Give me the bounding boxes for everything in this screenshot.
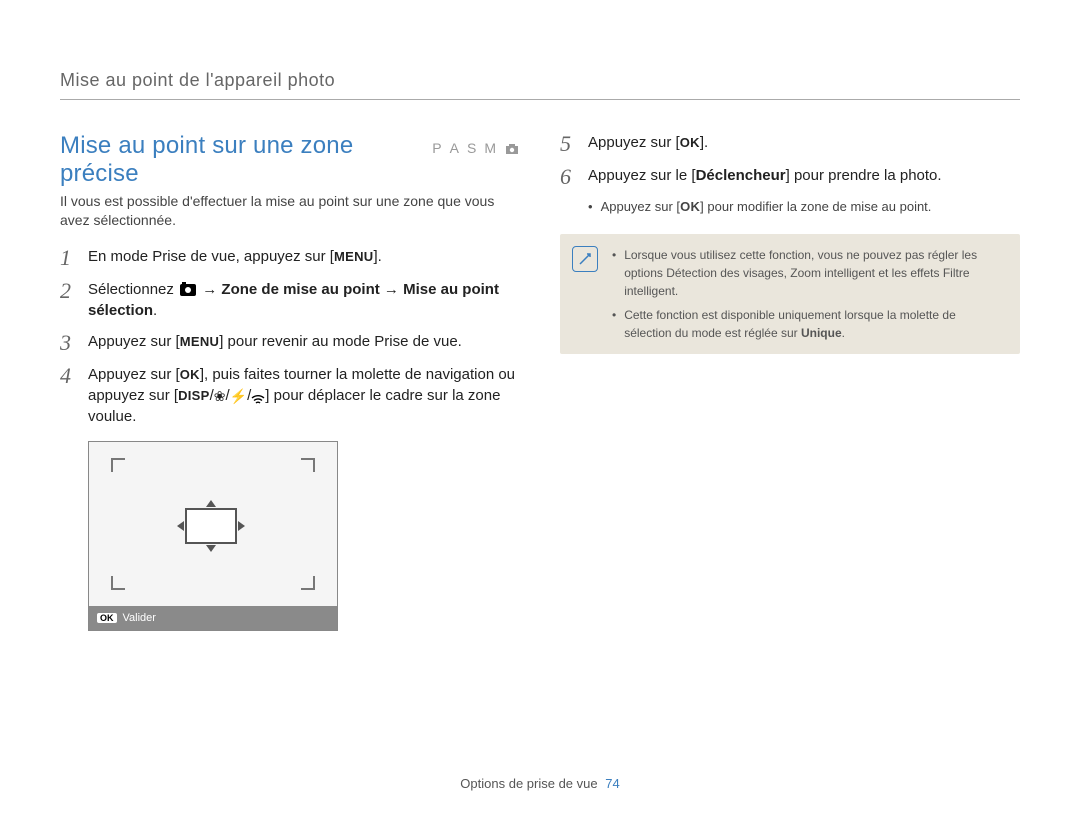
step-number: 1 (60, 247, 88, 269)
wifi-icon (251, 390, 265, 402)
mode-m: M (484, 140, 496, 156)
ok-key: OK (680, 134, 700, 152)
step-2: Sélectionnez → Zone de mise au point → M… (88, 279, 520, 321)
bullet-icon: • (588, 198, 593, 216)
note-line-2: Cette fonction est disponible uniquement… (624, 306, 1006, 342)
left-column: Mise au point sur une zone précise P A S… (60, 132, 520, 631)
step-4: Appuyez sur [OK], puis faites tourner la… (88, 364, 520, 427)
arrow-left-icon (177, 521, 184, 531)
step-6: Appuyez sur le [Déclencheur] pour prendr… (588, 165, 1020, 186)
arrow-down-icon (206, 545, 216, 552)
camera-icon (180, 284, 196, 296)
note-line-1: Lorsque vous utilisez cette fonction, vo… (624, 246, 1006, 300)
info-note: • Lorsque vous utilisez cette fonction, … (560, 234, 1020, 354)
menu-key: MENU (334, 248, 373, 266)
focus-preview-illustration: OK Valider (88, 441, 338, 631)
bullet-icon: • (612, 246, 616, 300)
flash-icon: ⚡ (230, 389, 247, 403)
corner-icon (301, 458, 315, 472)
footer-label: Options de prise de vue (460, 776, 597, 791)
step-5: Appuyez sur [OK]. (588, 132, 1020, 153)
corner-icon (301, 576, 315, 590)
macro-icon: ❀ (214, 389, 226, 403)
step-number: 6 (560, 166, 588, 188)
mode-badges: P A S M (432, 140, 520, 156)
page-header: Mise au point de l'appareil photo (60, 70, 1020, 100)
mode-a: A (450, 140, 465, 156)
menu-key: MENU (180, 333, 219, 351)
info-icon (572, 246, 598, 272)
preview-label: Valider (123, 612, 156, 624)
page-footer: Options de prise de vue 74 (0, 776, 1080, 791)
ok-key: OK (680, 198, 700, 216)
step-number: 5 (560, 133, 588, 155)
ok-key: OK (180, 366, 200, 384)
arrow-up-icon (206, 500, 216, 507)
ok-chip: OK (97, 613, 117, 623)
section-title: Mise au point sur une zone précise (60, 132, 418, 188)
corner-icon (111, 576, 125, 590)
section-intro: Il vous est possible d'effectuer la mise… (60, 192, 520, 230)
mode-s: S (467, 140, 482, 156)
arrow-right-icon (238, 521, 245, 531)
bullet-icon: • (612, 306, 616, 342)
page-number: 74 (605, 776, 619, 791)
step-1: En mode Prise de vue, appuyez sur [MENU]… (88, 246, 520, 267)
step-3: Appuyez sur [MENU] pour revenir au mode … (88, 331, 520, 352)
right-column: 5 Appuyez sur [OK]. 6 Appuyez sur le [Dé… (560, 132, 1020, 631)
focus-rectangle (185, 508, 237, 544)
step-number: 2 (60, 280, 88, 302)
step-number: 3 (60, 332, 88, 354)
mode-p: P (432, 140, 447, 156)
step-6-subnote: • Appuyez sur [OK] pour modifier la zone… (588, 198, 1020, 216)
camera-mode-icon (504, 141, 520, 155)
disp-key: DISP (178, 387, 210, 405)
corner-icon (111, 458, 125, 472)
step-number: 4 (60, 365, 88, 387)
